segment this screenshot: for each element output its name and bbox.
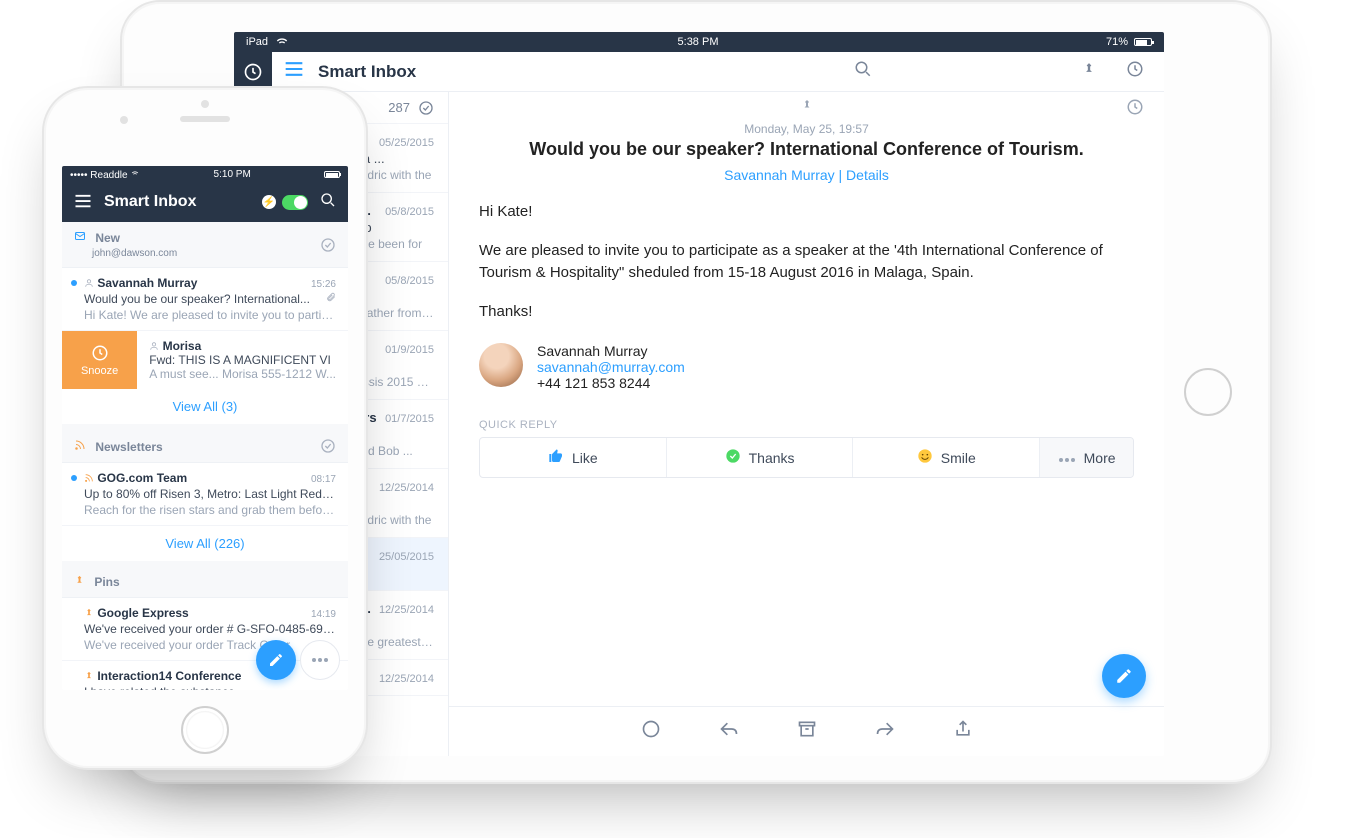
reader-pin-icon[interactable] [801,98,813,116]
ipad-status-bar: iPad 5:38 PM 71% [234,32,1164,52]
item-date: 12/25/2014 [379,673,434,685]
item-date: 01/7/2015 [385,413,434,425]
read-icon[interactable] [641,719,661,744]
inbox-count: 287 [388,100,410,115]
check-circle-icon[interactable] [320,438,336,454]
quick-reply-label: QUICK REPLY [479,419,1134,431]
toggle-switch[interactable] [282,195,308,210]
sig-name: Savannah Murray [537,343,685,359]
message-body: Hi Kate! We are pleased to invite you to… [479,201,1134,323]
ipad-screen: iPad 5:38 PM 71% Smart Inbox [234,32,1164,756]
qr-more-button[interactable]: More [1040,438,1133,477]
message-subject: Would you be our speaker? International … [479,138,1134,161]
body-greeting: Hi Kate! [479,201,1134,224]
reader-toolbar [449,706,1164,756]
body-main: We are pleased to invite you to particip… [479,240,1134,285]
iphone-screen: ••••• Readdle 5:10 PM Smart Inbox ⚡ [62,166,348,690]
sig-phone: +44 121 853 8244 [537,375,685,391]
item-date: 12/25/2014 [379,604,434,616]
qr-thanks-button[interactable]: Thanks [667,438,854,477]
check-circle-icon[interactable] [320,237,336,253]
iphone-device: ••••• Readdle 5:10 PM Smart Inbox ⚡ [42,86,368,770]
item-date: 05/25/2015 [379,137,434,149]
more-dots-icon [1058,450,1076,466]
item-date: 05/8/2015 [385,275,434,287]
message-date: Monday, May 25, 19:57 [479,122,1134,136]
search-icon[interactable] [854,60,872,83]
menu-icon[interactable] [284,60,304,83]
compose-button[interactable] [256,640,296,680]
iphone-navbar: Smart Inbox ⚡ [62,182,348,222]
reader-clock-icon[interactable] [1126,98,1144,121]
flash-icon: ⚡ [262,195,276,209]
status-time: 5:10 PM [214,169,251,180]
quick-reply: QUICK REPLY Like Thanks [479,419,1134,478]
battery-icon [324,171,340,178]
item-date: 05/8/2015 [385,206,434,218]
status-time: 5:38 PM [678,36,719,48]
battery-icon [1134,38,1152,46]
check-circle-icon [725,448,741,467]
avatar [479,343,523,387]
search-icon[interactable] [320,192,336,213]
forward-icon[interactable] [875,719,895,744]
section-new: New john@dawson.com Savannah Murray 15:2… [62,222,348,424]
thumbs-up-icon [548,448,564,467]
inbox-title: Smart Inbox [104,193,250,211]
menu-icon[interactable] [74,192,92,213]
view-all-link[interactable]: View All (3) [62,389,348,424]
iphone-body[interactable]: New john@dawson.com Savannah Murray 15:2… [62,222,348,690]
wifi-icon [130,170,140,181]
pin-icon[interactable] [1082,62,1096,81]
section-newsletters: Newsletters GOG.com Team 08:17 Up to 80%… [62,430,348,561]
wifi-icon [274,33,290,52]
iphone-status-bar: ••••• Readdle 5:10 PM [62,166,348,182]
view-all-link[interactable]: View All (226) [62,526,348,561]
more-button[interactable] [300,640,340,680]
sig-email[interactable]: savannah@murray.com [537,359,685,375]
iphone-home-button[interactable] [181,706,229,754]
device-label: iPad [246,36,268,48]
unread-dot-icon [71,475,77,481]
attachment-icon [326,292,336,305]
select-all-icon[interactable] [418,100,434,116]
list-item[interactable]: Savannah Murray 15:26 Would you be our s… [62,268,348,331]
signature: Savannah Murray savannah@murray.com +44 … [479,343,1134,391]
list-item-swiped[interactable]: Snooze Morisa Fwd: THIS IS A MAGNIFICENT… [62,331,348,389]
ipad-navbar: Smart Inbox [234,52,1164,92]
item-date: 12/25/2014 [379,482,434,494]
ipad-home-button[interactable] [1184,368,1232,416]
qr-smile-button[interactable]: Smile [853,438,1040,477]
share-icon[interactable] [953,719,973,744]
battery-percent: 71% [1106,36,1128,48]
rss-icon [74,440,89,454]
inbox-title: Smart Inbox [318,62,416,82]
unread-dot-icon [71,280,77,286]
mail-icon [74,231,89,245]
smile-icon [917,448,933,467]
message-from[interactable]: Savannah Murray | Details [479,167,1134,183]
qr-like-button[interactable]: Like [480,438,667,477]
item-date: 25/05/2015 [379,551,434,563]
pin-icon [74,575,88,589]
body-thanks: Thanks! [479,301,1134,324]
ipad-split: 287 ty Fair 05/25/2015 bassed, I remarke… [234,92,1164,756]
archive-icon[interactable] [797,719,817,744]
reply-icon[interactable] [719,719,739,744]
message-reader: Monday, May 25, 19:57 Would you be our s… [449,92,1164,756]
snooze-button[interactable]: Snooze [62,331,137,389]
compose-button[interactable] [1102,654,1146,698]
item-date: 01/9/2015 [385,344,434,356]
list-item[interactable]: GOG.com Team 08:17 Up to 80% off Risen 3… [62,463,348,526]
clock-icon[interactable] [1126,60,1144,83]
